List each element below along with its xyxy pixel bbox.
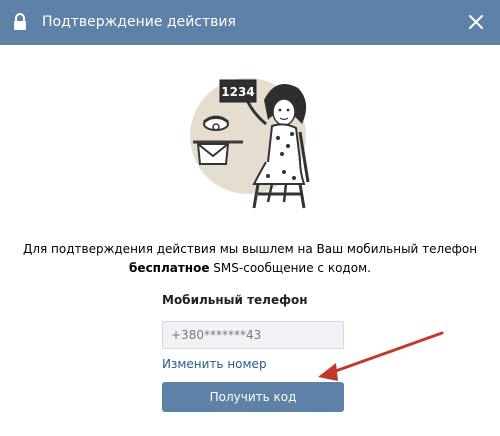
confirmation-message: Для подтверждения действия мы вышлем на … xyxy=(0,240,500,278)
lock-icon xyxy=(14,13,26,30)
close-icon[interactable] xyxy=(468,14,484,30)
message-free-word: бесплатное xyxy=(129,261,210,275)
get-code-button[interactable]: Получить код xyxy=(162,382,344,412)
phone-field-label: Мобильный телефон xyxy=(162,293,308,307)
message-line-1: Для подтверждения действия мы вышлем на … xyxy=(22,242,478,256)
red-arrow-annotation xyxy=(318,331,444,381)
sign-number: 1234 xyxy=(221,85,254,99)
confirm-action-dialog: Подтверждение действия 1234 Для подтверж… xyxy=(0,0,500,436)
woman-with-phone-illustration: 1234 xyxy=(190,78,310,209)
dialog-header: Подтверждение действия xyxy=(0,0,500,45)
message-line-2: бесплатное SMS-сообщение с кодом. xyxy=(0,259,500,278)
message-line-2-rest: SMS-сообщение с кодом. xyxy=(209,261,371,275)
dialog-title: Подтверждение действия xyxy=(42,14,236,30)
change-number-link[interactable]: Изменить номер xyxy=(162,357,267,371)
